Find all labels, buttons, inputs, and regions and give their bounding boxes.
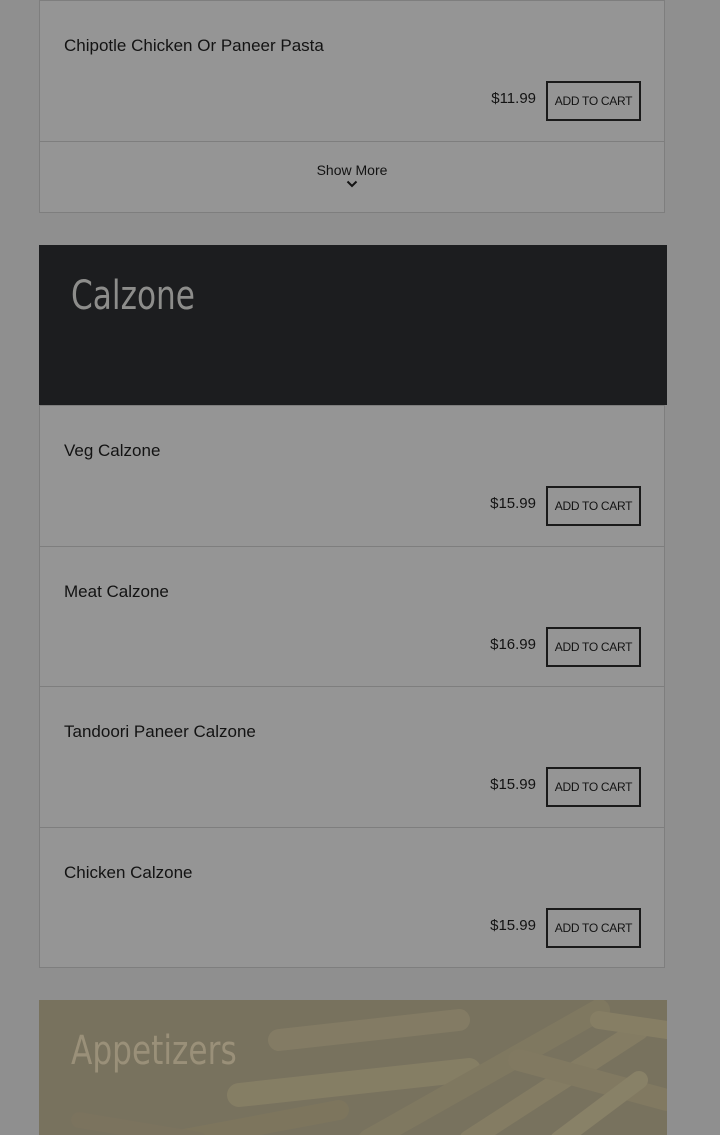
show-more-button[interactable]: Show More xyxy=(40,142,664,214)
menu-item-name: Tandoori Paneer Calzone xyxy=(64,722,256,741)
section-title: Appetizers xyxy=(71,1028,237,1074)
menu-item: Meat Calzone $16.99 ADD TO CART xyxy=(40,547,664,687)
calzone-menu-card: Veg Calzone $15.99 ADD TO CART Meat Calz… xyxy=(39,405,665,968)
menu-item-name: Chicken Calzone xyxy=(64,863,193,882)
menu-item-price: $15.99 xyxy=(490,917,536,934)
add-to-cart-button[interactable]: ADD TO CART xyxy=(546,908,641,948)
menu-item: Chicken Calzone $15.99 ADD TO CART xyxy=(40,828,664,969)
menu-item-price: $15.99 xyxy=(490,495,536,512)
section-title: Calzone xyxy=(71,273,196,319)
menu-item: Chipotle Chicken Or Paneer Pasta $11.99 … xyxy=(40,1,664,142)
pasta-menu-card: Chipotle Chicken Or Paneer Pasta $11.99 … xyxy=(39,0,665,213)
chevron-down-icon xyxy=(346,180,358,188)
add-to-cart-button[interactable]: ADD TO CART xyxy=(546,81,641,121)
add-to-cart-button[interactable]: ADD TO CART xyxy=(546,486,641,526)
menu-item-name: Meat Calzone xyxy=(64,582,169,601)
appetizers-section-header: Appetizers xyxy=(39,1000,667,1135)
show-more-label: Show More xyxy=(316,162,388,178)
menu-item-name: Chipotle Chicken Or Paneer Pasta xyxy=(64,36,324,55)
add-to-cart-button[interactable]: ADD TO CART xyxy=(546,627,641,667)
menu-item-price: $11.99 xyxy=(491,90,536,107)
menu-item-price: $16.99 xyxy=(490,636,536,653)
menu-item: Veg Calzone $15.99 ADD TO CART xyxy=(40,406,664,547)
menu-item: Tandoori Paneer Calzone $15.99 ADD TO CA… xyxy=(40,687,664,828)
menu-item-price: $15.99 xyxy=(490,776,536,793)
menu-item-name: Veg Calzone xyxy=(64,441,161,460)
add-to-cart-button[interactable]: ADD TO CART xyxy=(546,767,641,807)
calzone-section-header: Calzone xyxy=(39,245,667,405)
